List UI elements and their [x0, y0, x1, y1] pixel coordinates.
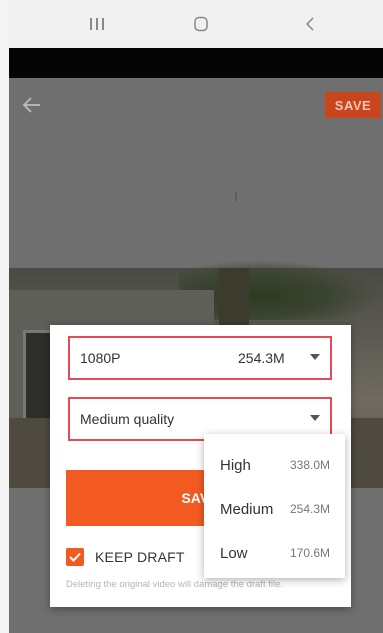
system-nav-bar [9, 0, 383, 49]
quality-option-high[interactable]: High 338.0M [204, 442, 345, 488]
quality-dropdown-menu: High 338.0M Medium 254.3M Low 170.6M [204, 434, 345, 578]
back-arrow-icon[interactable] [21, 94, 43, 116]
option-size: 338.0M [290, 458, 331, 472]
option-size: 254.3M [290, 502, 331, 516]
quality-option-medium[interactable]: Medium 254.3M [204, 486, 345, 532]
chevron-down-icon [310, 354, 320, 360]
text-cursor-icon: I [234, 188, 238, 204]
status-bar [9, 48, 383, 78]
resolution-label: 1080P [80, 350, 121, 366]
top-save-button[interactable]: SAVE [325, 92, 381, 118]
editor-top-bar: SAVE [9, 78, 383, 134]
option-size: 170.6M [290, 546, 331, 560]
option-name: Medium [220, 500, 274, 518]
draft-warning-text: Deleting the original video will damage … [66, 579, 284, 590]
resolution-select[interactable]: 1080P 254.3M [68, 336, 332, 380]
chevron-down-icon [310, 415, 320, 421]
quality-label: Medium quality [80, 411, 175, 427]
recent-apps-icon[interactable] [83, 10, 111, 38]
quality-option-low[interactable]: Low 170.6M [204, 530, 345, 576]
keep-draft-label: KEEP DRAFT [95, 549, 185, 565]
keep-draft-row[interactable]: KEEP DRAFT [66, 547, 185, 567]
keep-draft-checkbox[interactable] [66, 548, 84, 566]
option-name: High [220, 456, 251, 474]
option-name: Low [220, 544, 248, 562]
back-nav-icon[interactable] [296, 10, 324, 38]
resolution-size: 254.3M [238, 350, 285, 366]
home-icon[interactable] [187, 10, 215, 38]
checkmark-icon [69, 552, 81, 562]
